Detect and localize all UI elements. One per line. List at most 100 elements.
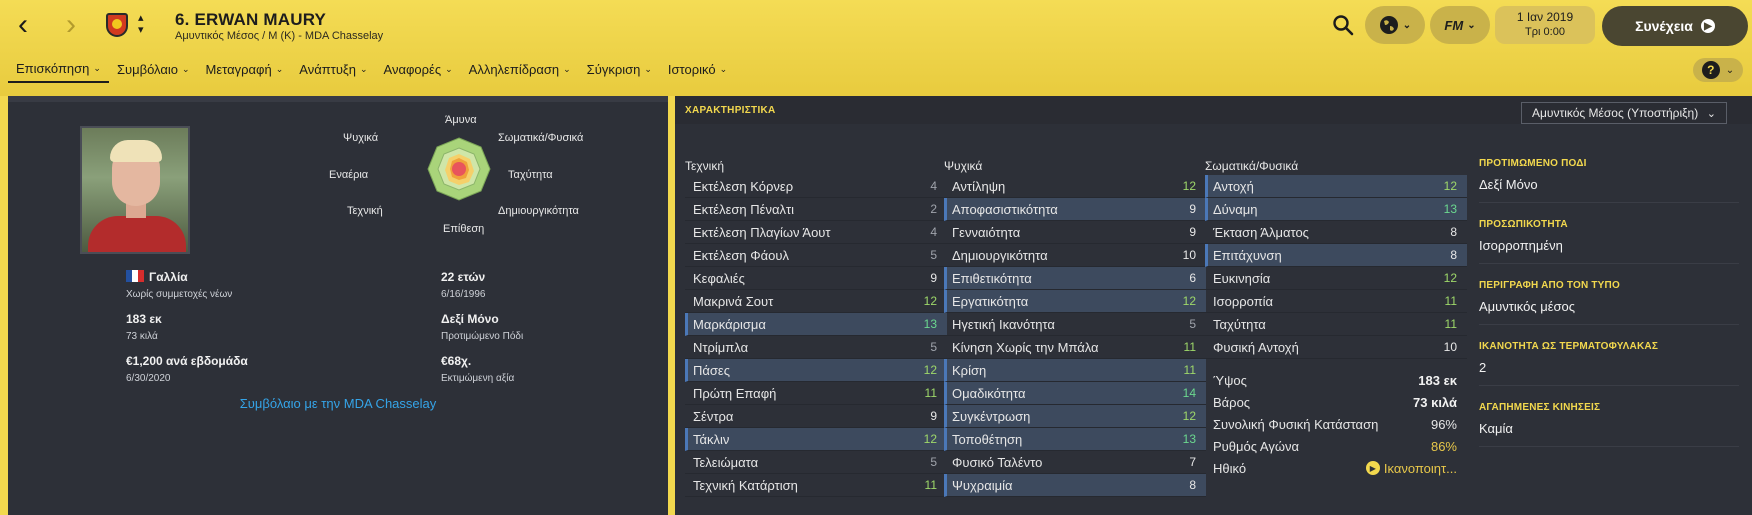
attribute-row[interactable]: Εκτέλεση Πέναλτι 2	[685, 198, 947, 221]
continue-button[interactable]: Συνέχεια ▶	[1602, 6, 1748, 46]
estimated-value-label: Εκτιμώμενη αξία	[441, 373, 515, 384]
role-select[interactable]: Αμυντικός Μέσος (Υποστήριξη) ⌄	[1521, 102, 1727, 124]
attribute-row[interactable]: Ταχύτητα 11	[1205, 313, 1467, 336]
chevron-down-icon: ⌄	[93, 63, 101, 73]
attribute-value: 5	[930, 340, 937, 354]
attribute-row[interactable]: Εκτέλεση Πλαγίων Άουτ 4	[685, 221, 947, 244]
morale-link[interactable]: ▶ Ικανοποιητ...	[1365, 461, 1457, 476]
attribute-row[interactable]: Ψυχραιμία 8	[944, 474, 1206, 497]
attribute-name: Έκταση Άλματος	[1213, 224, 1309, 240]
attribute-row[interactable]: Ηγετική Ικανότητα 5	[944, 313, 1206, 336]
attribute-row[interactable]: Ομαδικότητα 14	[944, 382, 1206, 405]
attribute-row[interactable]: Πρώτη Επαφή 11	[685, 382, 947, 405]
attribute-row[interactable]: Τελειώματα 5	[685, 451, 947, 474]
club-crest-icon[interactable]	[106, 13, 128, 37]
attribute-name: Ευκινησία	[1213, 270, 1271, 286]
attribute-row[interactable]: Έκταση Άλματος 8	[1205, 221, 1467, 244]
attribute-value: 10	[1182, 248, 1196, 262]
attribute-row[interactable]: Τεχνική Κατάρτιση 11	[685, 474, 947, 497]
attribute-row[interactable]: Επιτάχυνση 8	[1205, 244, 1467, 267]
attribute-row[interactable]: Αντίληψη 12	[944, 175, 1206, 198]
radar-label-mental: Ψυχικά	[343, 132, 379, 144]
preferred-foot-label: Προτιμώμενο Πόδι	[441, 331, 524, 342]
attribute-row[interactable]: Εργατικότητα 12	[944, 290, 1206, 313]
attribute-row[interactable]: Κίνηση Χωρίς την Μπάλα 11	[944, 336, 1206, 359]
attribute-value: 5	[930, 455, 937, 469]
attribute-row[interactable]: Ντρίμπλα 5	[685, 336, 947, 359]
attribute-row[interactable]: Επιθετικότητα 6	[944, 267, 1206, 290]
attribute-value: 12	[1443, 271, 1457, 285]
game-date: 1 Ιαν 2019	[1516, 10, 1574, 24]
attribute-value: 12	[923, 294, 937, 308]
height-block: 183 εκ 73 κιλά	[126, 312, 162, 342]
chevron-down-icon: ⌄	[1402, 19, 1412, 31]
fm-menu-button[interactable]: FM ⌄	[1430, 6, 1490, 44]
wage-block: €1,200 ανά εβδομάδα 6/30/2020	[126, 354, 248, 384]
attribute-row[interactable]: Κρίση 11	[944, 359, 1206, 382]
attribute-name: Εκτέλεση Κόρνερ	[693, 178, 794, 194]
tab-comparison[interactable]: Σύγκριση ⌄	[579, 59, 660, 83]
forward-arrow-icon[interactable]: ›	[66, 10, 76, 40]
attribute-row[interactable]: Σέντρα 9	[685, 405, 947, 428]
wage: €1,200 ανά εβδομάδα	[126, 354, 248, 368]
back-arrow-icon[interactable]: ‹	[18, 10, 28, 40]
attribute-name: Τάκλιν	[693, 431, 730, 447]
physical-title: Σωματικά/Φυσικά	[1205, 159, 1299, 173]
attribute-name: Αντοχή	[1213, 178, 1254, 194]
game-date-display[interactable]: 1 Ιαν 2019 Τρι 0:00	[1495, 6, 1595, 44]
tab-overview[interactable]: Επισκόπηση ⌄	[8, 59, 109, 83]
attribute-row[interactable]: Εκτέλεση Φάουλ 5	[685, 244, 947, 267]
side-info-label: ΠΡΟΣΩΠΙΚΟΤΗΤΑ	[1479, 219, 1568, 230]
attribute-value: 11	[1183, 340, 1196, 354]
fm-logo: FM	[1444, 17, 1464, 33]
attribute-row[interactable]: Δημιουργικότητα 10	[944, 244, 1206, 267]
attribute-row[interactable]: Μαρκάρισμα 13	[685, 313, 947, 336]
help-button[interactable]: ? ⌄	[1693, 58, 1743, 82]
attribute-name: Κίνηση Χωρίς την Μπάλα	[952, 339, 1099, 355]
attribute-name: Εκτέλεση Πέναλτι	[693, 201, 794, 217]
attribute-value: 14	[1182, 386, 1196, 400]
attribute-value: 12	[923, 432, 937, 446]
tab-transfer[interactable]: Μεταγραφή ⌄	[198, 59, 292, 83]
attribute-row[interactable]: Τάκλιν 12	[685, 428, 947, 451]
contract-link[interactable]: Συμβόλαιο με την MDA Chasselay	[8, 396, 668, 411]
player-switch-arrows-icon[interactable]: ▴ ▾	[138, 12, 144, 36]
attribute-row[interactable]: Ευκινησία 12	[1205, 267, 1467, 290]
attribute-row[interactable]: Κεφαλιές 9	[685, 267, 947, 290]
tab-reports[interactable]: Αναφορές ⌄	[376, 59, 461, 83]
attribute-row[interactable]: Εκτέλεση Κόρνερ 4	[685, 175, 947, 198]
tab-development[interactable]: Ανάπτυξη ⌄	[291, 59, 375, 83]
attribute-row[interactable]: Μακρινά Σουτ 12	[685, 290, 947, 313]
weight-row: Βάρος 73 κιλά	[1213, 394, 1457, 410]
tab-bar: Επισκόπηση ⌄ Συμβόλαιο ⌄ Μεταγραφή ⌄ Ανάπτυ…	[8, 59, 735, 83]
search-icon[interactable]	[1332, 14, 1354, 36]
globe-menu-button[interactable]: ⌄	[1365, 6, 1425, 44]
attribute-row[interactable]: Πάσες 12	[685, 359, 947, 382]
attribute-row[interactable]: Δύναμη 13	[1205, 198, 1467, 221]
help-icon: ?	[1701, 61, 1720, 79]
attribute-row[interactable]: Γενναιότητα 9	[944, 221, 1206, 244]
foot-block: Δεξί Μόνο Προτιμώμενο Πόδι	[441, 312, 523, 342]
attribute-name: Δύναμη	[1213, 201, 1258, 217]
attribute-row[interactable]: Ισορροπία 11	[1205, 290, 1467, 313]
attribute-row[interactable]: Φυσική Αντοχή 10	[1205, 336, 1467, 359]
attribute-row[interactable]: Αντοχή 12	[1205, 175, 1467, 198]
attribute-value: 8	[1450, 248, 1457, 262]
age: 22 ετών	[441, 270, 486, 284]
attribute-row[interactable]: Τοποθέτηση 13	[944, 428, 1206, 451]
attribute-name: Επιτάχυνση	[1213, 247, 1282, 263]
tab-history[interactable]: Ιστορικό ⌄	[660, 59, 735, 83]
tab-contract[interactable]: Συμβόλαιο ⌄	[109, 59, 198, 83]
globe-icon	[1379, 16, 1398, 34]
player-position-club: Αμυντικός Μέσος / Μ (Κ) - MDA Chasselay	[175, 30, 384, 42]
attribute-name: Συγκέντρωση	[952, 408, 1031, 424]
attribute-value: 8	[1450, 225, 1457, 239]
attribute-row[interactable]: Αποφασιστικότητα 9	[944, 198, 1206, 221]
attribute-row[interactable]: Φυσικό Ταλέντο 7	[944, 451, 1206, 474]
radar-label-physical: Σωματικά/Φυσικά	[498, 132, 584, 144]
attribute-row[interactable]: Συγκέντρωση 12	[944, 405, 1206, 428]
tab-interaction[interactable]: Αλληλεπίδραση ⌄	[461, 59, 579, 83]
attribute-value: 11	[924, 386, 937, 400]
side-info-value: Αμυντικός μέσος	[1479, 299, 1739, 325]
attribute-value: 5	[1189, 317, 1196, 331]
